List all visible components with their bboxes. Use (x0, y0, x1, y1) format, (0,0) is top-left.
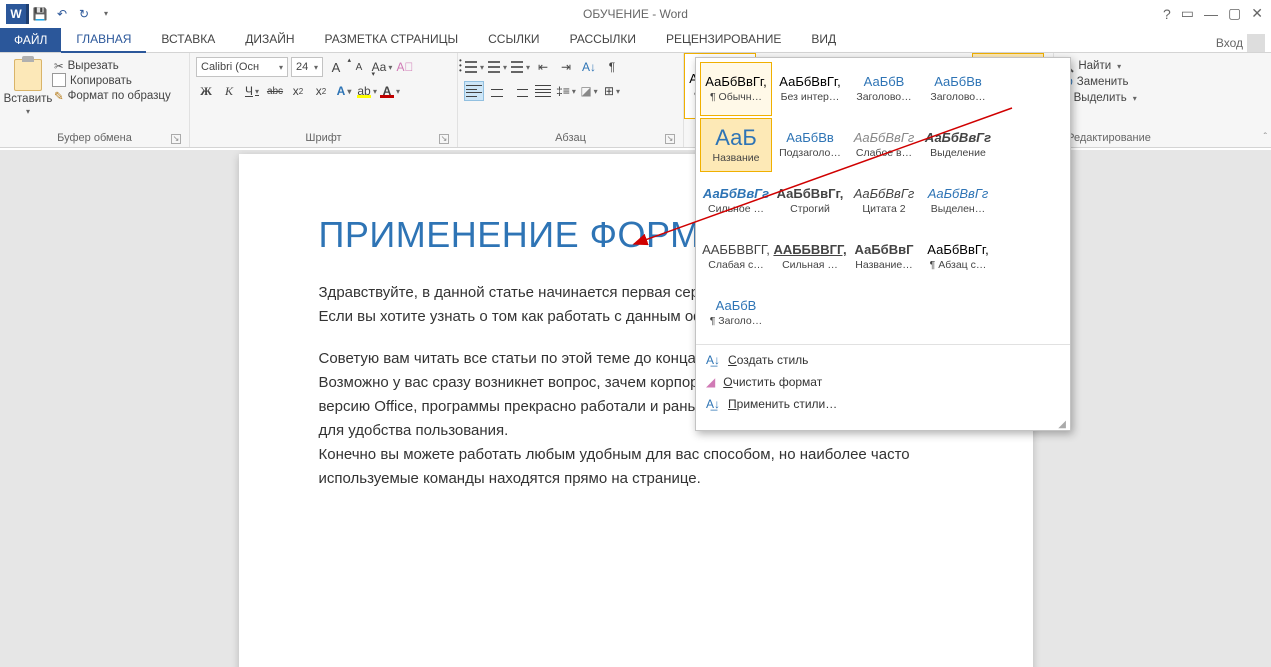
tab-рецензирование[interactable]: РЕЦЕНЗИРОВАНИЕ (651, 27, 796, 52)
tab-разметка страницы[interactable]: РАЗМЕТКА СТРАНИЦЫ (310, 27, 474, 52)
font-launcher[interactable]: ↘ (439, 134, 449, 144)
ribbon-display-options-icon[interactable]: ▭ (1181, 5, 1194, 22)
change-case-button[interactable]: Aa (372, 57, 392, 77)
italic-button[interactable]: К (219, 81, 239, 101)
bullets-button[interactable] (464, 57, 484, 77)
styles-gallery-flyout: АаБбВвГг,¶ Обычн…АаБбВвГг,Без интер…АаБб… (695, 57, 1071, 431)
replace-button[interactable]: abЗаменить (1060, 76, 1137, 88)
style-gallery-item[interactable]: АаБбВвГНазвание… (848, 230, 920, 284)
clipboard-group-label: Буфер обмена (57, 132, 132, 144)
apply-styles-icon: А̲↓ (706, 397, 720, 411)
style-gallery-item[interactable]: АаБбВвЗаголово… (922, 62, 994, 116)
word-app-icon: W (6, 4, 26, 24)
tab-вставка[interactable]: ВСТАВКА (146, 27, 230, 52)
file-tab[interactable]: ФАЙЛ (0, 28, 61, 52)
font-name-combo[interactable]: Calibri (Осн▾ (196, 57, 288, 77)
help-icon[interactable]: ? (1163, 6, 1171, 22)
style-gallery-item[interactable]: АаБбВвГгСильное … (700, 174, 772, 228)
shrink-font-button[interactable]: A (349, 57, 369, 77)
text-effects-button[interactable]: A (334, 81, 354, 101)
window-title: ОБУЧЕНИЕ - Word (0, 7, 1271, 21)
style-gallery-item[interactable]: ААББВВГГ,Сильная … (774, 230, 846, 284)
paste-button[interactable]: Вставить ▾ (6, 57, 50, 130)
brush-icon: ✎ (54, 89, 64, 103)
justify-button[interactable] (533, 81, 553, 101)
style-gallery-item[interactable]: АаБбВвГгСлабое в… (848, 118, 920, 172)
cut-button[interactable]: ✂Вырезать (54, 59, 171, 73)
tab-вид[interactable]: ВИД (796, 27, 851, 52)
line-spacing-button[interactable]: ‡≡ (556, 81, 576, 101)
tab-рассылки[interactable]: РАССЫЛКИ (555, 27, 651, 52)
document-area: ПРИМЕНЕНИЕ ФОРМАТИРОВАНИЯ Здравствуйте, … (0, 150, 1271, 667)
editing-group-label: Редактирование (1067, 132, 1151, 144)
align-left-button[interactable] (464, 81, 484, 101)
paste-label: Вставить (4, 93, 53, 105)
scissors-icon: ✂ (54, 59, 64, 73)
copy-button[interactable]: Копировать (54, 75, 171, 87)
show-marks-button[interactable]: ¶ (602, 57, 622, 77)
select-button[interactable]: ↖Выделить▾ (1060, 91, 1137, 105)
highlight-button[interactable]: ab (357, 81, 377, 101)
sort-button[interactable]: A↓ (579, 57, 599, 77)
style-gallery-item[interactable]: АаБбВЗаголово… (848, 62, 920, 116)
clear-formatting-button[interactable]: A⃠ (395, 57, 415, 77)
align-right-button[interactable] (510, 81, 530, 101)
undo-icon[interactable]: ↶ (54, 6, 70, 22)
style-gallery-item[interactable]: АаБбВвГг,Строгий (774, 174, 846, 228)
create-style-item[interactable]: А̲↓Создать стиль (696, 349, 1070, 371)
strikethrough-button[interactable]: abc (265, 81, 285, 101)
paragraph-4[interactable]: Конечно вы можете работать любым удобным… (319, 443, 953, 491)
numbering-button[interactable] (487, 57, 507, 77)
find-button[interactable]: 🔍Найти▾ (1060, 59, 1137, 73)
qat-customize-caret[interactable]: ▾ (98, 6, 114, 22)
font-size-combo[interactable]: 24▾ (291, 57, 323, 77)
style-gallery-item[interactable]: АаБбВвГг,Без интер… (774, 62, 846, 116)
shading-button[interactable]: ◪ (579, 81, 599, 101)
style-gallery-item[interactable]: АаБбВвГгЦитата 2 (848, 174, 920, 228)
underline-button[interactable]: Ч (242, 81, 262, 101)
grow-font-button[interactable]: A (326, 57, 346, 77)
tab-дизайн[interactable]: ДИЗАЙН (230, 27, 309, 52)
style-gallery-item[interactable]: АаБбВвГг,¶ Обычн… (700, 62, 772, 116)
eraser-icon: ◢ (706, 375, 715, 389)
style-gallery-item[interactable]: АаБбВвГг,¶ Абзац с… (922, 230, 994, 284)
collapse-ribbon-icon[interactable]: ˆ (1264, 132, 1267, 143)
maximize-icon[interactable]: ▢ (1228, 5, 1241, 22)
style-gallery-item[interactable]: АаБбВвГгВыделение (922, 118, 994, 172)
tab-главная[interactable]: ГЛАВНАЯ (61, 27, 146, 53)
login-link[interactable]: Вход (1216, 36, 1243, 50)
copy-icon (54, 75, 66, 87)
bold-button[interactable]: Ж (196, 81, 216, 101)
decrease-indent-button[interactable]: ⇤ (533, 57, 553, 77)
resize-grip-icon[interactable]: ◢ (696, 419, 1070, 430)
paragraph-launcher[interactable]: ↘ (665, 134, 675, 144)
style-gallery-item[interactable]: АаБбВ¶ Заголо… (700, 286, 772, 340)
multilevel-button[interactable] (510, 57, 530, 77)
borders-button[interactable]: ⊞ (602, 81, 622, 101)
style-gallery-item[interactable]: АаБНазвание (700, 118, 772, 172)
style-gallery-item[interactable]: АаБбВвПодзаголо… (774, 118, 846, 172)
font-color-button[interactable]: A (380, 81, 400, 101)
tab-ссылки[interactable]: ССЫЛКИ (473, 27, 554, 52)
create-style-icon: А̲↓ (706, 353, 720, 367)
superscript-button[interactable]: x2 (311, 81, 331, 101)
close-icon[interactable]: ✕ (1251, 5, 1263, 22)
clear-formatting-item[interactable]: ◢Очистить формат (696, 371, 1070, 393)
clipboard-launcher[interactable]: ↘ (171, 134, 181, 144)
font-group-label: Шрифт (305, 132, 341, 144)
paragraph-group-label: Абзац (555, 132, 586, 144)
align-center-button[interactable] (487, 81, 507, 101)
apply-styles-item[interactable]: А̲↓Применить стили… (696, 393, 1070, 415)
avatar-icon[interactable] (1247, 34, 1265, 52)
subscript-button[interactable]: x2 (288, 81, 308, 101)
increase-indent-button[interactable]: ⇥ (556, 57, 576, 77)
save-icon[interactable]: 💾 (32, 6, 48, 22)
style-gallery-item[interactable]: ААББВВГГ,Слабая с… (700, 230, 772, 284)
style-gallery-item[interactable]: АаБбВвГгВыделен… (922, 174, 994, 228)
paste-icon (14, 59, 42, 91)
format-painter-button[interactable]: ✎Формат по образцу (54, 89, 171, 103)
minimize-icon[interactable]: — (1204, 6, 1218, 22)
redo-icon[interactable]: ↻ (76, 6, 92, 22)
